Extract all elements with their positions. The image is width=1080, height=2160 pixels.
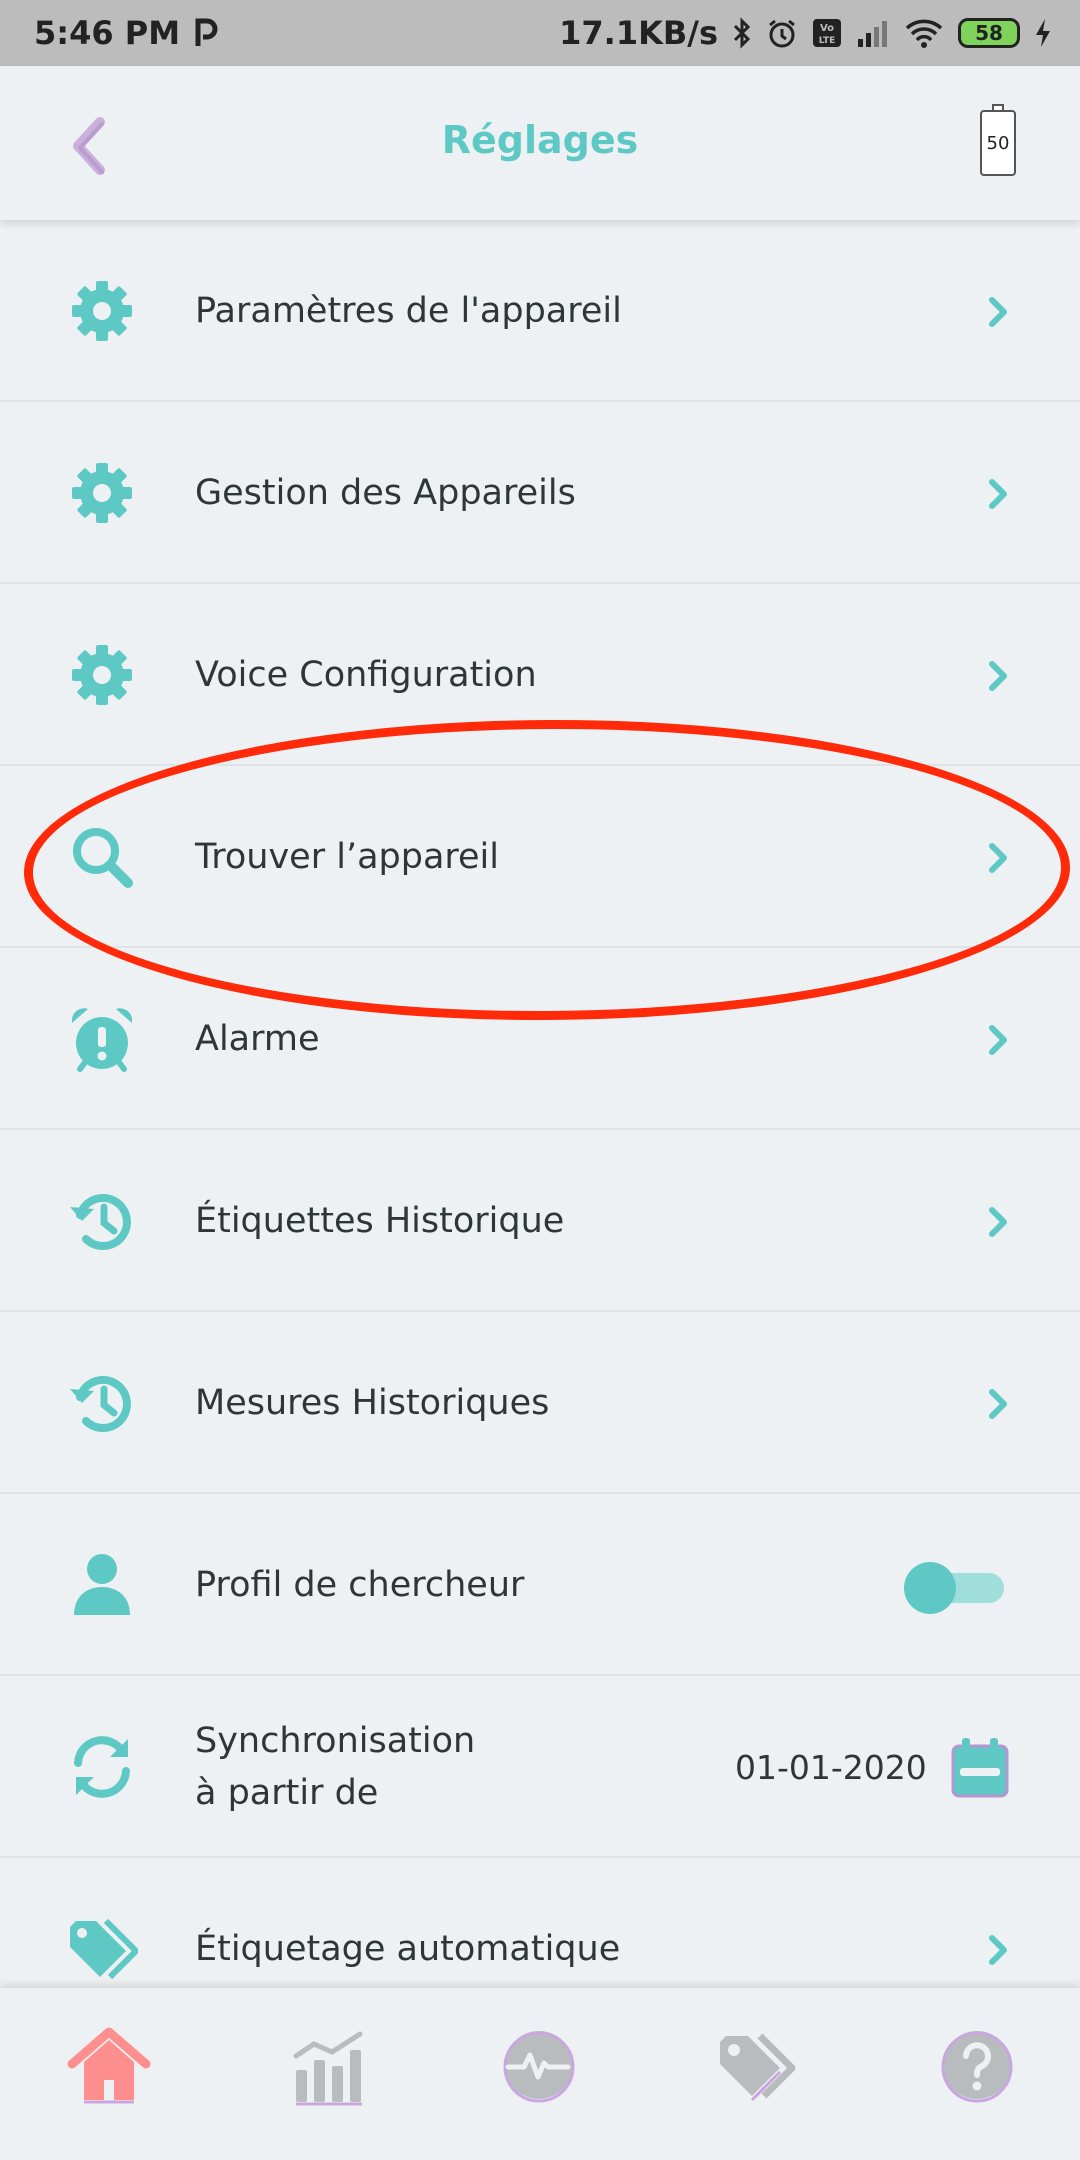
setting-label: Paramètres de l'appareil: [195, 291, 622, 331]
setting-measurement-history[interactable]: Mesures Historiques: [0, 1312, 1080, 1494]
gear-icon: [72, 463, 132, 523]
nav-help[interactable]: [932, 2020, 1022, 2110]
setting-researcher-profile: Profil de chercheur: [0, 1494, 1080, 1676]
chevron-right-icon: [989, 1207, 1007, 1237]
parking-icon: [194, 18, 218, 48]
search-icon: [73, 828, 133, 888]
setting-voice-configuration[interactable]: Voice Configuration: [0, 584, 1080, 766]
tag-icon: [70, 1918, 138, 1980]
heartbeat-icon: [503, 2031, 575, 2103]
help-icon: [941, 2031, 1013, 2103]
sync-start-date[interactable]: 01-01-2020: [735, 1676, 927, 1858]
alarm-clock-icon: [72, 1008, 132, 1072]
setting-tag-history[interactable]: Étiquettes Historique: [0, 1130, 1080, 1312]
setting-label: Gestion des Appareils: [195, 473, 576, 513]
setting-label: Synchronisation à partir de: [195, 1721, 476, 1813]
setting-alarm[interactable]: Alarme: [0, 948, 1080, 1130]
gear-icon: [72, 281, 132, 341]
gear-icon: [72, 645, 132, 705]
status-bar: 5:46 PM 17.1KB/s Vo LTE 58: [0, 0, 1080, 66]
settings-list: Paramètres de l'appareil Gestion des App…: [0, 220, 1080, 2040]
svg-text:LTE: LTE: [819, 36, 836, 46]
setting-find-device[interactable]: Trouver l’appareil: [0, 766, 1080, 948]
chevron-right-icon: [989, 1389, 1007, 1419]
page-title: Réglages: [441, 118, 639, 162]
setting-label: Étiquettes Historique: [195, 1201, 565, 1241]
nav-statistics[interactable]: [284, 2020, 374, 2110]
network-speed: 17.1KB/s: [559, 14, 718, 52]
setting-label: Trouver l’appareil: [195, 837, 499, 877]
chevron-right-icon: [989, 297, 1007, 327]
sync-icon: [74, 1736, 130, 1798]
charging-icon: [1034, 18, 1052, 48]
nav-measurements[interactable]: [494, 2020, 584, 2110]
setting-sync-from: Synchronisation à partir de 01-01-2020: [0, 1676, 1080, 1858]
chevron-right-icon: [989, 479, 1007, 509]
user-icon: [74, 1554, 130, 1615]
setting-label: Voice Configuration: [195, 655, 537, 695]
svg-text:Vo: Vo: [820, 23, 834, 34]
tags-icon: [720, 2033, 796, 2102]
battery-status: 58: [958, 18, 1020, 48]
history-icon: [70, 1376, 131, 1432]
nav-tags[interactable]: [714, 2020, 804, 2110]
calendar-icon: [951, 1738, 1009, 1798]
setting-device-management[interactable]: Gestion des Appareils: [0, 402, 1080, 584]
nav-home[interactable]: [64, 2020, 154, 2110]
chevron-right-icon: [989, 1025, 1007, 1055]
device-battery-indicator: 50: [980, 104, 1016, 176]
setting-device-parameters[interactable]: Paramètres de l'appareil: [0, 220, 1080, 402]
home-icon: [67, 2027, 151, 2104]
chevron-right-icon: [989, 661, 1007, 691]
toggle-knob: [904, 1562, 956, 1614]
bluetooth-icon: [732, 17, 752, 49]
volte-icon: Vo LTE: [812, 18, 842, 48]
status-time: 5:46 PM: [34, 14, 181, 52]
alarm-status-icon: [766, 17, 798, 49]
chevron-right-icon: [989, 1935, 1007, 1965]
stats-chart-icon: [293, 2031, 363, 2106]
wifi-icon: [904, 18, 944, 48]
date-picker-button[interactable]: [950, 1736, 1010, 1800]
researcher-profile-toggle[interactable]: [904, 1562, 1004, 1614]
chevron-right-icon: [989, 843, 1007, 873]
setting-label: Profil de chercheur: [195, 1565, 525, 1605]
signal-icon: [856, 19, 890, 47]
bottom-navigation: [0, 1988, 1080, 2160]
history-icon: [70, 1194, 131, 1250]
setting-label: Alarme: [195, 1019, 320, 1059]
app-header: Réglages 50: [0, 66, 1080, 220]
setting-label: Mesures Historiques: [195, 1383, 550, 1423]
